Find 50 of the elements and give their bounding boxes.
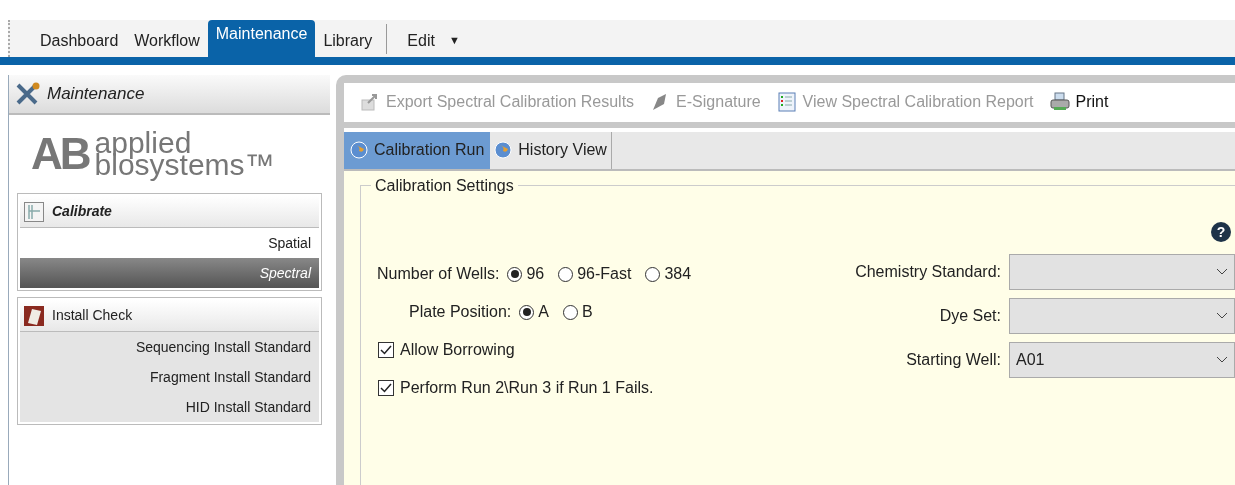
radio-button[interactable]	[519, 304, 535, 320]
dropdown[interactable]: A01	[1009, 342, 1235, 378]
checkbox[interactable]	[378, 342, 394, 358]
sidebar-item[interactable]: Spatial	[20, 228, 319, 258]
radio-group-label: Number of Wells:	[377, 264, 500, 284]
view-tab[interactable]: Calibration Run	[344, 131, 491, 169]
help-button[interactable]: ?	[1211, 222, 1231, 242]
menu-tab[interactable]: Workflow	[126, 20, 208, 57]
dropdown-label: Chemistry Standard:	[854, 262, 1001, 282]
printer-icon	[1049, 92, 1070, 113]
sidebar-item[interactable]: Fragment Install Standard	[20, 362, 319, 392]
radio-label: 384	[664, 264, 692, 284]
export-icon	[360, 92, 380, 113]
sidebar-title: Maintenance	[47, 83, 145, 106]
edit-label: Edit	[407, 30, 435, 51]
document-icon	[24, 305, 44, 326]
sidebar-item[interactable]: Spectral	[20, 258, 319, 288]
view-tab[interactable]: History View	[490, 131, 612, 169]
checkbox-label: Allow Borrowing	[400, 340, 515, 360]
menu-tab[interactable]: Dashboard	[32, 20, 127, 57]
section-title: Install Check	[52, 306, 133, 325]
menu-tab[interactable]: Maintenance	[207, 20, 316, 57]
dropdown-label: Starting Well:	[905, 350, 1001, 370]
section-title: Calibrate	[52, 202, 112, 221]
chevron-down-icon	[1216, 356, 1228, 364]
checkbox[interactable]	[378, 380, 394, 396]
sidebar-item[interactable]: HID Install Standard	[20, 392, 319, 422]
caret-icon: ▼	[448, 32, 460, 49]
chevron-down-icon	[1216, 268, 1228, 276]
radio-button[interactable]	[507, 266, 523, 282]
radio-group-label: Plate Position:	[409, 302, 512, 322]
radio-label: 96-Fast	[577, 264, 632, 284]
calibrate-icon	[24, 201, 44, 222]
radio-button[interactable]	[562, 304, 578, 320]
globe-icon	[494, 141, 513, 160]
menu-tab[interactable]: Library	[315, 20, 381, 57]
sidebar-item[interactable]: Sequencing Install Standard	[20, 332, 319, 362]
globe-icon	[350, 141, 368, 160]
logo-mark: AB	[31, 128, 89, 180]
radio-button[interactable]	[558, 266, 574, 282]
report-icon	[776, 92, 797, 113]
chevron-down-icon	[1216, 312, 1228, 320]
toolbar-button[interactable]: Print	[1049, 90, 1109, 115]
radio-label: B	[581, 302, 593, 322]
radio-label: A	[538, 302, 549, 322]
checkbox-label: Perform Run 2\Run 3 if Run 1 Fails.	[400, 378, 654, 398]
radio-label: 96	[526, 264, 545, 284]
edit-menu[interactable]: Edit ▼	[393, 20, 474, 57]
radio-button[interactable]	[645, 266, 661, 282]
dropdown-label: Dye Set:	[938, 306, 1001, 326]
